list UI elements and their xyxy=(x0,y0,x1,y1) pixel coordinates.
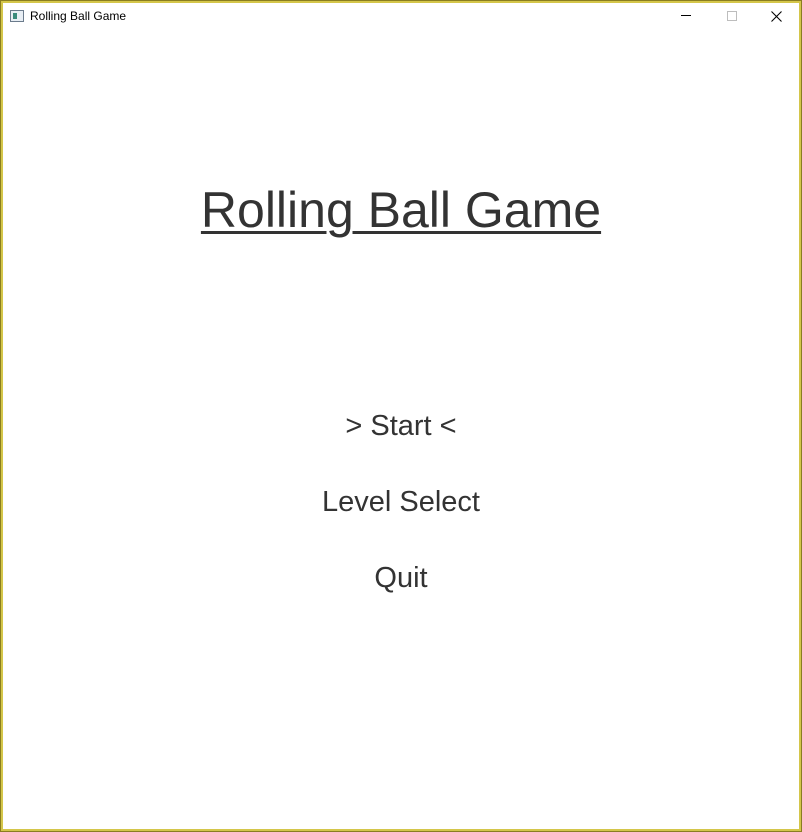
game-title: Rolling Ball Game xyxy=(200,182,602,238)
menu-item-quit[interactable]: Quit xyxy=(3,562,799,595)
minimize-button[interactable] xyxy=(664,3,709,31)
app-window: Rolling Ball Game Rolling Ball Game > St… xyxy=(0,0,802,832)
minimize-icon xyxy=(681,15,691,16)
menu-item-start[interactable]: > Start < xyxy=(3,410,799,443)
close-button[interactable] xyxy=(754,3,799,31)
title-bar[interactable]: Rolling Ball Game xyxy=(3,3,799,31)
maximize-button[interactable] xyxy=(709,3,754,31)
window-title: Rolling Ball Game xyxy=(30,9,127,23)
game-canvas: Rolling Ball Game > Start < Level Select… xyxy=(3,31,799,829)
app-window-icon xyxy=(10,10,24,22)
close-icon xyxy=(771,11,782,22)
maximize-icon xyxy=(727,11,737,21)
menu-item-level-select[interactable]: Level Select xyxy=(3,486,799,519)
